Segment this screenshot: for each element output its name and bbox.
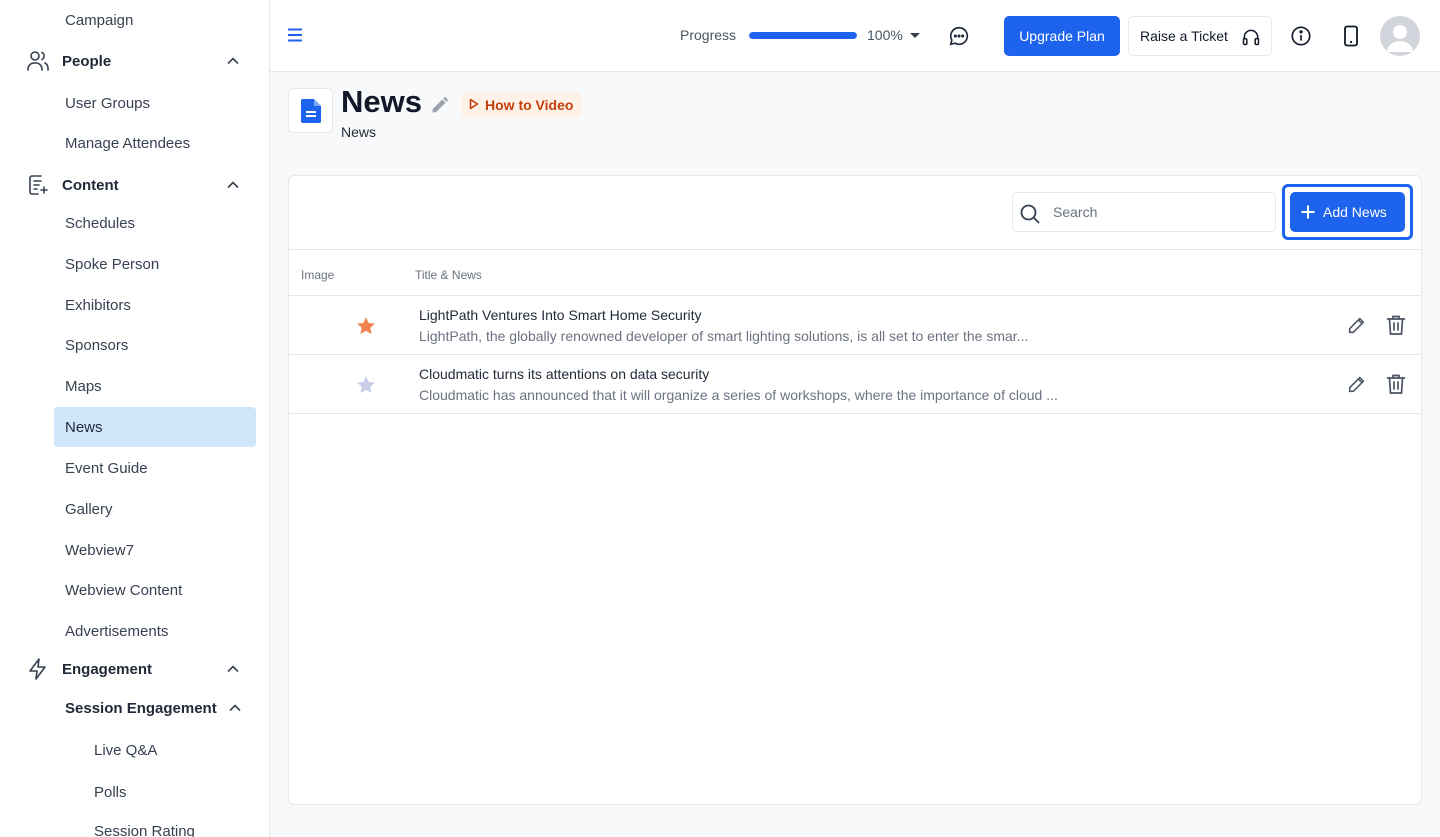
content-icon — [26, 173, 50, 197]
how-to-video-label: How to Video — [485, 96, 574, 113]
sidebar-item-label: Session Engagement — [65, 699, 217, 717]
sidebar-item-label: Live Q&A — [94, 741, 158, 759]
sidebar-item-session-rating[interactable]: Session Rating — [0, 811, 269, 837]
headset-icon — [1242, 29, 1260, 46]
search-box — [1012, 192, 1276, 232]
table-row[interactable]: Cloudmatic turns its attentions on data … — [289, 355, 1421, 414]
avatar[interactable] — [1380, 16, 1420, 56]
news-description: Cloudmatic has announced that it will or… — [419, 387, 1058, 403]
sidebar-item-label: Gallery — [65, 500, 113, 518]
star-icon — [357, 376, 375, 393]
sidebar-item-webview7[interactable]: Webview7 — [0, 530, 269, 570]
progress-value: 100% — [867, 27, 903, 43]
sidebar-item-schedules[interactable]: Schedules — [0, 203, 269, 243]
sidebar: Campaign People User Groups Manage Atten… — [0, 0, 270, 837]
sidebar-item-label: Event Guide — [65, 459, 148, 477]
plus-icon — [1301, 205, 1315, 219]
sidebar-item-event-guide[interactable]: Event Guide — [0, 448, 269, 488]
page-icon — [288, 88, 333, 133]
sidebar-item-label: Polls — [94, 783, 127, 801]
chevron-up-icon — [227, 665, 239, 673]
sidebar-item-news[interactable]: News — [54, 407, 256, 447]
news-description: LightPath, the globally renowned develop… — [419, 328, 1029, 344]
sidebar-item-label: Campaign — [65, 11, 134, 29]
sidebar-item-label: Maps — [65, 377, 102, 395]
info-icon[interactable] — [1290, 25, 1312, 47]
upgrade-plan-button[interactable]: Upgrade Plan — [1004, 16, 1120, 56]
table-row[interactable]: LightPath Ventures Into Smart Home Secur… — [289, 296, 1421, 355]
sidebar-item-label: Engagement — [62, 660, 153, 678]
star-icon — [357, 317, 375, 334]
raise-ticket-button[interactable]: Raise a Ticket — [1128, 16, 1272, 56]
sidebar-section-engagement[interactable]: Engagement — [0, 649, 269, 689]
add-news-button-focus-ring: Add News — [1282, 184, 1413, 240]
mobile-phone-icon[interactable] — [1341, 25, 1361, 47]
search-icon — [1020, 204, 1040, 224]
play-icon — [469, 98, 479, 110]
column-header-image: Image — [301, 268, 335, 282]
news-title: Cloudmatic turns its attentions on data … — [419, 366, 710, 382]
sidebar-item-label: Webview7 — [65, 541, 134, 559]
sidebar-item-label: News — [65, 418, 103, 436]
table-header: Image Title & News — [289, 249, 1421, 296]
add-news-label: Add News — [1323, 204, 1387, 220]
progress-label: Progress — [680, 27, 737, 43]
sidebar-item-user-groups[interactable]: User Groups — [0, 83, 269, 123]
trash-icon[interactable] — [1386, 314, 1406, 336]
hamburger-menu-icon[interactable] — [286, 26, 304, 44]
document-icon — [300, 98, 321, 123]
search-input[interactable] — [1053, 193, 1271, 231]
chevron-up-icon — [227, 181, 239, 189]
sidebar-item-sponsors[interactable]: Sponsors — [0, 325, 269, 365]
raise-ticket-label: Raise a Ticket — [1140, 28, 1228, 44]
sidebar-item-campaign[interactable]: Campaign — [0, 0, 269, 40]
sidebar-item-label: Session Rating — [94, 822, 195, 837]
edit-pencil-icon[interactable] — [1346, 373, 1368, 395]
sidebar-item-gallery[interactable]: Gallery — [0, 489, 269, 529]
sidebar-item-label: Webview Content — [65, 581, 183, 599]
lightning-icon — [26, 657, 50, 681]
page-subtitle: News — [341, 124, 377, 140]
news-list-card: Add News Image Title & News LightPath Ve… — [288, 175, 1422, 805]
sidebar-item-polls[interactable]: Polls — [0, 772, 269, 812]
user-avatar-icon — [1387, 25, 1413, 52]
chevron-up-icon — [229, 704, 241, 712]
progress-bar — [749, 32, 857, 39]
sidebar-item-label: Advertisements — [65, 622, 169, 640]
progress-dropdown-caret-icon[interactable] — [910, 33, 920, 38]
sidebar-item-manage-attendees[interactable]: Manage Attendees — [0, 123, 269, 163]
sidebar-item-label: Spoke Person — [65, 255, 160, 273]
add-news-button[interactable]: Add News — [1290, 192, 1405, 232]
sidebar-section-content[interactable]: Content — [0, 165, 269, 205]
sidebar-item-exhibitors[interactable]: Exhibitors — [0, 285, 269, 325]
sidebar-item-maps[interactable]: Maps — [0, 366, 269, 406]
sidebar-item-session-engagement[interactable]: Session Engagement — [0, 688, 269, 728]
how-to-video-link[interactable]: How to Video — [461, 92, 582, 117]
news-title: LightPath Ventures Into Smart Home Secur… — [419, 307, 702, 323]
sidebar-item-label: Exhibitors — [65, 296, 131, 314]
chat-bubble-icon[interactable] — [948, 25, 970, 47]
sidebar-item-label: Manage Attendees — [65, 134, 191, 152]
sidebar-item-webview-content[interactable]: Webview Content — [0, 570, 269, 610]
trash-icon[interactable] — [1386, 373, 1406, 395]
progress-bar-fill — [749, 32, 857, 39]
pencil-icon[interactable] — [429, 94, 451, 116]
sidebar-item-label: People — [62, 52, 112, 70]
sidebar-item-label: User Groups — [65, 94, 151, 112]
sidebar-item-spoke-person[interactable]: Spoke Person — [0, 244, 269, 284]
top-bar: Progress 100% Upgrade Plan Raise a Ticke… — [270, 0, 1440, 72]
sidebar-item-advertisements[interactable]: Advertisements — [0, 611, 269, 651]
sidebar-item-live-qa[interactable]: Live Q&A — [0, 730, 269, 770]
edit-pencil-icon[interactable] — [1346, 314, 1368, 336]
sidebar-item-label: Sponsors — [65, 336, 129, 354]
sidebar-section-people[interactable]: People — [0, 41, 269, 81]
chevron-up-icon — [227, 57, 239, 65]
page-title: News — [341, 84, 422, 119]
sidebar-item-label: Content — [62, 176, 119, 194]
people-icon — [26, 49, 50, 73]
column-header-title: Title & News — [415, 268, 482, 282]
sidebar-item-label: Schedules — [65, 214, 136, 232]
